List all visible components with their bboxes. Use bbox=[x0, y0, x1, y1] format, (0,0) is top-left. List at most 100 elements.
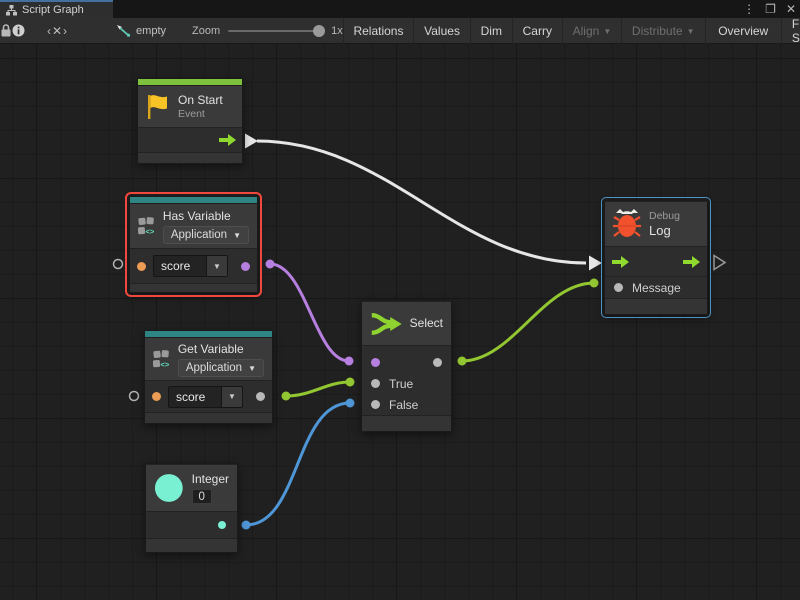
node-surtitle: Debug bbox=[649, 210, 680, 223]
pointer-icon bbox=[116, 24, 131, 37]
overview-button[interactable]: Overview bbox=[705, 18, 781, 44]
toolbar-buttons: Relations Values Dim Carry Align ▼ Distr… bbox=[343, 18, 800, 44]
node-debug-log[interactable]: Debug Log Message bbox=[604, 200, 708, 315]
result-output-port[interactable] bbox=[241, 262, 250, 271]
distribute-label: Distribute bbox=[632, 24, 683, 38]
dim-button[interactable]: Dim bbox=[471, 18, 512, 44]
node-title: Integer bbox=[192, 472, 229, 487]
node-title: On Start bbox=[178, 93, 223, 108]
wire-endpoint bbox=[346, 399, 355, 408]
wire-endpoint bbox=[590, 279, 599, 288]
selection-output-port[interactable] bbox=[433, 358, 442, 367]
name-input-port[interactable] bbox=[152, 392, 161, 401]
graph-toolbar: ‹✕› empty Zoom 1x Relations Values Dim bbox=[0, 18, 800, 44]
zoom-slider-handle[interactable] bbox=[313, 25, 325, 37]
flow-continue-arrow-icon[interactable] bbox=[714, 256, 725, 270]
flow-output-port[interactable] bbox=[683, 256, 700, 268]
maximize-icon[interactable]: ❐ bbox=[765, 0, 776, 18]
menu-icon[interactable]: ⋮ bbox=[743, 0, 755, 18]
zoom-slider[interactable] bbox=[228, 30, 323, 32]
unconnected-port[interactable] bbox=[130, 392, 139, 401]
caret-down-icon: ▼ bbox=[603, 27, 611, 36]
script-graph-window: Script Graph ⋮ ❐ ✕ ‹✕› bbox=[0, 0, 800, 600]
tab-script-graph[interactable]: Script Graph bbox=[0, 0, 113, 18]
selection-indicator: empty bbox=[116, 24, 166, 37]
unconnected-port[interactable] bbox=[114, 260, 123, 269]
variables-icon: <> bbox=[138, 209, 155, 243]
wire-endpoint bbox=[458, 357, 467, 366]
node-subtitle: Event bbox=[178, 108, 223, 121]
wire-endpoint bbox=[282, 392, 291, 401]
lock-button[interactable] bbox=[0, 18, 12, 44]
variable-scope-dropdown[interactable]: Application ▼ bbox=[163, 226, 249, 244]
wire-end-arrow-icon bbox=[589, 256, 602, 271]
wire-select-to-message[interactable] bbox=[462, 283, 594, 361]
graph-icon bbox=[6, 5, 17, 16]
node-integer[interactable]: Integer 0 bbox=[145, 463, 238, 553]
flag-icon bbox=[146, 94, 170, 120]
wire-onstart-to-log[interactable] bbox=[257, 141, 586, 263]
wire-endpoint bbox=[345, 357, 354, 366]
true-port-label: True bbox=[389, 377, 413, 391]
wire-endpoint bbox=[266, 260, 275, 269]
wire-endpoint bbox=[346, 378, 355, 387]
tab-title: Script Graph bbox=[22, 4, 84, 16]
integer-value-field[interactable]: 0 bbox=[192, 489, 212, 504]
tab-bar: Script Graph ⋮ ❐ ✕ bbox=[0, 0, 800, 18]
message-input-port[interactable] bbox=[614, 283, 623, 292]
variable-picker-button[interactable]: ▼ bbox=[206, 256, 227, 276]
node-get-variable[interactable]: <> Get Variable Application ▼ score ▼ bbox=[144, 330, 273, 424]
variable-accent-bar bbox=[145, 331, 272, 338]
lock-icon bbox=[0, 24, 12, 37]
carry-button[interactable]: Carry bbox=[513, 18, 562, 44]
node-on-start[interactable]: On Start Event bbox=[137, 78, 243, 164]
svg-text:<>: <> bbox=[146, 227, 155, 236]
node-title: Has Variable bbox=[163, 209, 249, 224]
event-accent-bar bbox=[138, 79, 242, 86]
wire-getvariable-to-true[interactable] bbox=[286, 382, 350, 396]
variable-name-value: score bbox=[169, 387, 221, 407]
distribute-button[interactable]: Distribute ▼ bbox=[622, 18, 705, 44]
variable-scope-dropdown[interactable]: Application ▼ bbox=[178, 359, 264, 377]
false-input-port[interactable] bbox=[371, 400, 380, 409]
node-title: Log bbox=[649, 223, 680, 238]
zoom-control: Zoom 1x bbox=[192, 25, 343, 37]
scope-value: Application bbox=[171, 229, 227, 241]
svg-text:<>: <> bbox=[161, 360, 170, 369]
selector-input-port[interactable] bbox=[371, 358, 380, 367]
fullscreen-button[interactable]: Full Screen bbox=[782, 18, 800, 44]
name-input-port[interactable] bbox=[137, 262, 146, 271]
variable-name-field[interactable]: score ▼ bbox=[168, 386, 243, 408]
variable-accent-bar bbox=[130, 197, 257, 204]
scope-value: Application bbox=[186, 362, 242, 374]
info-icon bbox=[12, 24, 25, 37]
graph-canvas[interactable]: On Start Event <> bbox=[0, 44, 800, 600]
true-input-port[interactable] bbox=[371, 379, 380, 388]
info-button[interactable] bbox=[12, 18, 25, 44]
values-button[interactable]: Values bbox=[414, 18, 470, 44]
message-port-label: Message bbox=[632, 281, 681, 295]
zoom-label: Zoom bbox=[192, 25, 220, 37]
node-has-variable[interactable]: <> Has Variable Application ▼ score ▼ bbox=[129, 196, 258, 293]
variables-icon: <> bbox=[153, 342, 170, 376]
align-label: Align bbox=[573, 24, 600, 38]
zoom-value: 1x bbox=[331, 25, 343, 37]
selection-label: empty bbox=[136, 25, 166, 37]
integer-output-port[interactable] bbox=[218, 521, 226, 529]
relations-button[interactable]: Relations bbox=[343, 18, 413, 44]
variable-name-field[interactable]: score ▼ bbox=[153, 255, 228, 277]
connections-toggle-button[interactable]: ‹✕› bbox=[25, 24, 90, 38]
integer-icon bbox=[154, 472, 184, 504]
flow-output-port[interactable] bbox=[219, 134, 236, 146]
close-icon[interactable]: ✕ bbox=[786, 0, 796, 18]
align-button[interactable]: Align ▼ bbox=[563, 18, 622, 44]
flow-input-port[interactable] bbox=[612, 256, 629, 268]
node-select[interactable]: Select True False bbox=[361, 300, 452, 432]
wire-endpoint bbox=[242, 521, 251, 530]
caret-down-icon: ▼ bbox=[233, 231, 241, 240]
value-output-port[interactable] bbox=[256, 392, 265, 401]
caret-down-icon: ▼ bbox=[687, 27, 695, 36]
window-controls: ⋮ ❐ ✕ bbox=[743, 0, 796, 18]
variable-picker-button[interactable]: ▼ bbox=[221, 387, 242, 407]
wire-hasvariable-to-select[interactable] bbox=[270, 264, 349, 361]
